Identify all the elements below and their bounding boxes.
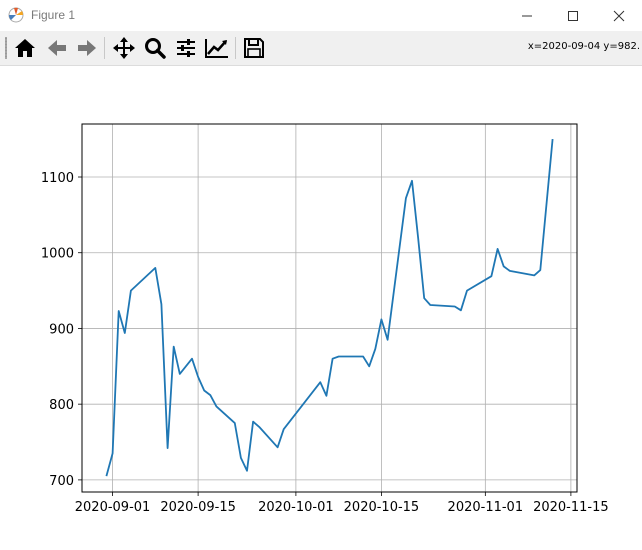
home-button[interactable]	[12, 35, 38, 61]
save-button[interactable]	[241, 35, 267, 61]
back-button[interactable]	[44, 35, 70, 61]
y-tick-label: 800	[49, 398, 74, 413]
minimize-icon	[522, 15, 532, 16]
axes-frame	[81, 123, 578, 493]
close-button[interactable]	[596, 0, 642, 31]
forward-arrow-icon	[78, 40, 96, 56]
x-tick-label: 2020-10-15	[344, 500, 420, 515]
x-tick-label: 2020-11-01	[448, 500, 524, 515]
maximize-icon	[568, 10, 578, 21]
edit-axis-button[interactable]	[204, 35, 230, 61]
toolbar-separator	[104, 37, 105, 59]
x-tick-label: 2020-10-01	[258, 500, 334, 515]
close-icon	[613, 10, 625, 21]
y-tick-label: 1000	[41, 247, 74, 262]
zoom-icon	[145, 38, 166, 59]
zoom-button[interactable]	[142, 35, 168, 61]
title-bar: Figure 1	[0, 0, 642, 31]
save-icon	[244, 38, 264, 58]
window-title: Figure 1	[31, 8, 76, 22]
x-tick-label: 2020-09-15	[160, 500, 236, 515]
minimize-button[interactable]	[504, 0, 550, 31]
y-tick-label: 900	[49, 322, 74, 337]
subplots-icon	[177, 39, 195, 57]
figure-canvas[interactable]: 2020-09-01 2020-09-15 2020-10-01 2020-10-15…	[0, 66, 642, 546]
edit-axis-icon	[205, 39, 228, 58]
x-tick-label: 2020-11-15	[533, 500, 609, 515]
pan-button[interactable]	[111, 35, 137, 61]
x-tick-label: 2020-09-01	[75, 500, 151, 515]
forward-button[interactable]	[74, 35, 100, 61]
back-arrow-icon	[48, 40, 66, 56]
line-chart[interactable]: 2020-09-01 2020-09-15 2020-10-01 2020-10-15…	[0, 66, 642, 546]
cursor-coordinates: x=2020-09-04 y=982.	[527, 41, 640, 52]
y-tick-label: 700	[49, 474, 74, 489]
matplotlib-logo-icon	[8, 7, 24, 23]
subplots-button[interactable]	[173, 35, 199, 61]
toolbar-separator	[235, 37, 236, 59]
toolbar-grip	[5, 37, 7, 59]
home-icon	[15, 39, 35, 57]
pan-icon	[113, 37, 135, 59]
maximize-button[interactable]	[550, 0, 596, 31]
y-tick-label: 1100	[41, 171, 74, 186]
